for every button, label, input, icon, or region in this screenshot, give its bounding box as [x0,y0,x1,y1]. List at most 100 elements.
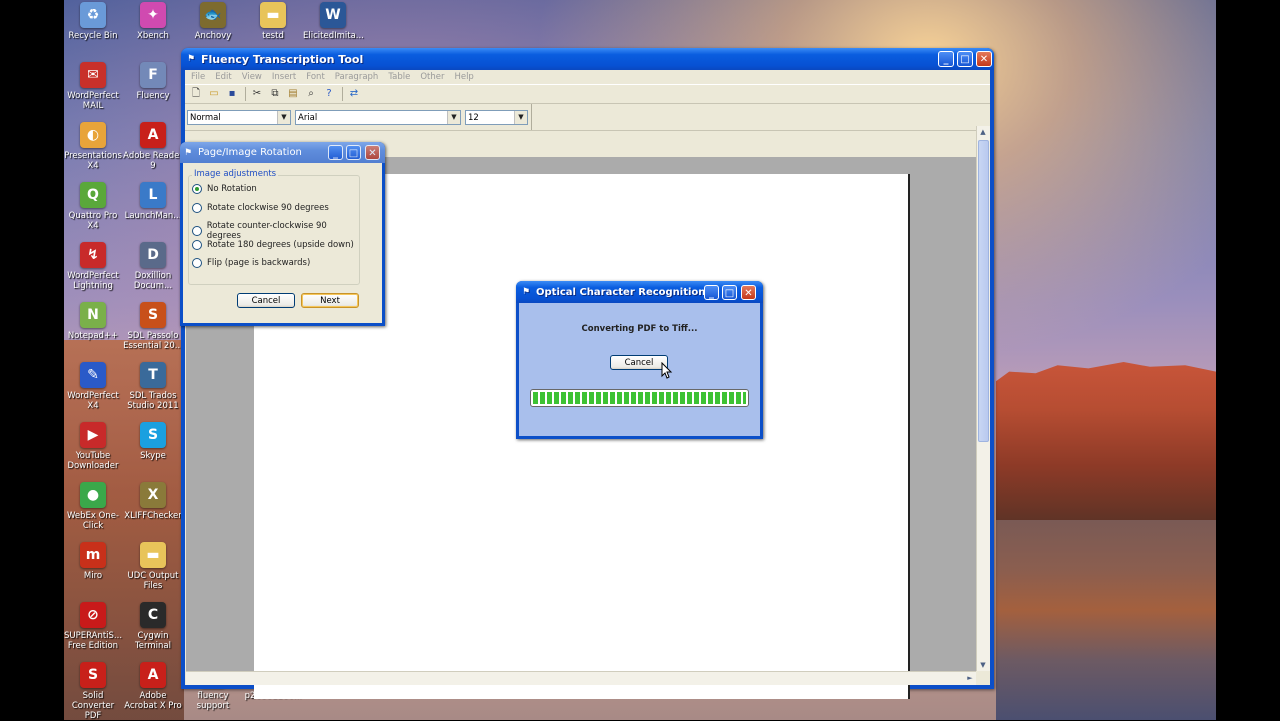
desktop-icon[interactable]: T SDL Trados Studio 2011 [123,362,183,411]
chevron-down-icon[interactable]: ▼ [447,110,460,124]
maximize-button[interactable]: □ [346,145,361,160]
desktop-icon[interactable]: S Skype [123,422,183,461]
desktop-icon[interactable]: A Adobe Reader 9 [123,122,183,171]
menu-item-font[interactable]: Font [302,72,331,82]
menu-item-table[interactable]: Table [384,72,416,82]
desktop-icon[interactable]: F Fluency [123,62,183,101]
maximize-button[interactable]: □ [957,51,973,67]
desktop-icon[interactable]: D Doxillion Docum... [123,242,183,291]
close-button[interactable]: ✕ [976,51,992,67]
chevron-down-icon[interactable]: ▼ [514,110,527,124]
launchmanager-icon: L [140,182,166,208]
desktop-icon[interactable]: A Adobe Acrobat X Pro [123,662,183,711]
rotation-option[interactable]: Flip (page is backwards) [192,258,310,268]
main-window-title: Fluency Transcription Tool [201,52,364,66]
wallpaper-lake [996,520,1216,720]
desktop-icon[interactable]: L LaunchMan... [123,182,183,221]
image-adjustments-group: Image adjustments No Rotation Rotate cloc… [188,169,360,285]
desktop-icon[interactable]: X XLIFFChecker [123,482,183,521]
open-folder-icon[interactable]: ▭ [206,87,222,101]
menu-item-insert[interactable]: Insert [268,72,302,82]
desktop-icon-label: XLIFFChecker [124,511,182,521]
radio-button-icon[interactable] [192,239,202,250]
desktop-icon-label: Recycle Bin [68,31,118,41]
rotation-option[interactable]: Rotate counter-clockwise 90 degrees [192,221,359,241]
desktop-icon-label: WebEx One-Click [66,511,119,531]
rotation-cancel-button[interactable]: Cancel [237,293,295,308]
doxillion-icon: D [140,242,166,268]
desktop-icon-label: SUPERAntiS... Free Edition [63,631,123,651]
help-icon[interactable]: ? [321,87,337,101]
desktop-icon[interactable]: ↯ WordPerfect Lightning [63,242,123,291]
radio-button-icon[interactable] [192,184,202,194]
scroll-up-arrow-icon[interactable]: ▲ [977,126,989,138]
menu-item-help[interactable]: Help [450,72,479,82]
desktop-icon[interactable]: ◐ Presentations X4 [63,122,123,171]
desktop-icon[interactable]: Q Quattro Pro X4 [63,182,123,231]
size-combo-value: 12 [468,112,479,123]
superantispyware-icon: ⊘ [80,602,106,628]
minimize-button[interactable]: _ [938,51,954,67]
radio-button-icon[interactable] [192,226,202,236]
vertical-scrollbar[interactable]: ▲ ▼ [976,126,990,671]
desktop-icon[interactable]: ✎ WordPerfect X4 [63,362,123,411]
radio-button-icon[interactable] [192,258,202,268]
desktop-icon[interactable]: ● WebEx One-Click [63,482,123,531]
menu-item-edit[interactable]: Edit [211,72,237,82]
paste-icon[interactable]: ▤ [285,87,301,101]
rotation-option[interactable]: Rotate clockwise 90 degrees [192,202,329,213]
chevron-down-icon[interactable]: ▼ [277,110,290,124]
desktop-icon[interactable]: C Cygwin Terminal [123,602,183,651]
ocr-dialog: ⚑ Optical Character Recognition _ □ ✕ Co… [516,281,763,439]
close-button[interactable]: ✕ [365,145,380,160]
desktop-icon[interactable]: S Solid Converter PDF [63,662,123,721]
sdl-trados-icon: T [140,362,166,388]
menu-item-view[interactable]: View [238,72,268,82]
desktop-icon[interactable]: ▶ YouTube Downloader [63,422,123,471]
group-label: Image adjustments [192,169,279,179]
desktop-icon[interactable]: ▬ testd [243,2,303,41]
maximize-button[interactable]: □ [722,285,737,300]
minimize-button[interactable]: _ [328,145,343,160]
vertical-scroll-thumb[interactable] [978,140,989,442]
wordperfect-mail-icon: ✉ [80,62,106,88]
new-document-icon[interactable]: 🗋 [188,87,204,101]
desktop-icon[interactable]: N Notepad++ [63,302,123,341]
desktop-icon[interactable]: ✦ Xbench [123,2,183,41]
menu-item-file[interactable]: File [187,72,211,82]
cut-icon[interactable]: ✂ [249,87,265,101]
desktop-icon-label: ElicitedImita... [303,31,364,41]
copy-icon[interactable]: ⧉ [267,87,283,101]
desktop-icon[interactable]: ▬ UDC Output Files [123,542,183,591]
radio-button-icon[interactable] [192,202,202,213]
desktop-icon-label: Adobe Acrobat X Pro [124,691,182,711]
desktop-icon-label: UDC Output Files [127,571,179,591]
horizontal-scrollbar[interactable]: ► [186,671,976,685]
main-titlebar[interactable]: ⚑ Fluency Transcription Tool [181,48,994,70]
desktop-icon[interactable]: m Miro [63,542,123,581]
desktop-icon[interactable]: ♻ Recycle Bin [63,2,123,41]
desktop-icon[interactable]: W ElicitedImita... [303,2,364,41]
size-combo[interactable]: 12 ▼ [465,109,528,125]
rotation-option[interactable]: No Rotation [192,184,257,194]
scroll-down-arrow-icon[interactable]: ▼ [977,659,989,671]
presentations-icon: ◐ [80,122,106,148]
desktop-icon[interactable]: ⊘ SUPERAntiS... Free Edition [63,602,123,651]
style-combo[interactable]: Normal ▼ [187,109,291,125]
desktop-icon[interactable]: ✉ WordPerfect MAIL [63,62,123,111]
close-button[interactable]: ✕ [741,285,756,300]
ocr-cancel-button[interactable]: Cancel [610,355,668,370]
desktop-icon[interactable]: S SDL Passolo Essential 20... [123,302,183,351]
desktop-icon[interactable]: 🐟 Anchovy [183,2,243,41]
font-combo[interactable]: Arial ▼ [295,109,461,125]
find-icon[interactable]: ⌕ [303,87,319,101]
menu-item-other[interactable]: Other [416,72,450,82]
minimize-button[interactable]: _ [704,285,719,300]
save-icon[interactable]: ▪ [224,87,240,101]
menu-item-paragraph[interactable]: Paragraph [331,72,385,82]
ocr-tool-icon[interactable]: ⇄ [346,87,362,101]
next-button[interactable]: Next [301,293,359,308]
rotation-option[interactable]: Rotate 180 degrees (upside down) [192,239,354,250]
scroll-right-arrow-icon[interactable]: ► [964,672,976,684]
desktop-icon-label: WordPerfect X4 [67,391,119,411]
